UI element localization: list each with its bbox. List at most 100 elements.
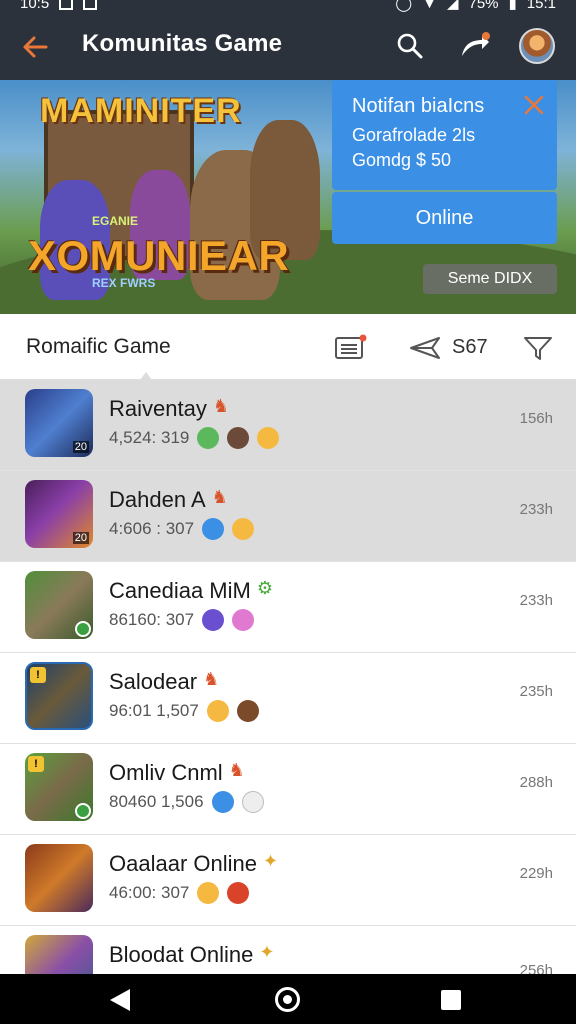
game-name: Omliv Cnml ♞ (109, 760, 245, 785)
share-icon[interactable] (458, 30, 492, 60)
game-meta: 86160: 307 (109, 609, 255, 631)
fire-icon: ♞ (211, 487, 228, 507)
status-clock: 15:1 (526, 0, 556, 12)
game-thumbnail (25, 844, 93, 912)
banner-logo-tagline: REX FWRS (92, 276, 156, 290)
status-bar: 10:5 ◯ ▼ ◢ 75% ▮ 15:1 (0, 0, 576, 14)
emoji-icon (197, 882, 220, 904)
notification-title: Notifan biaIcns (352, 95, 485, 117)
game-time: 229h (519, 865, 553, 882)
battery-icon: ▮ (508, 0, 517, 12)
search-icon[interactable] (396, 32, 424, 60)
notification-line-2: Gomdg $ 50 (352, 150, 452, 170)
send-icon[interactable] (408, 334, 442, 362)
game-stats: 46:00: 307 (109, 883, 190, 902)
game-meta: 46:00: 307 (109, 882, 250, 904)
game-name: Dahden A ♞ (109, 487, 228, 512)
game-stats: 80460 1,506 (109, 792, 204, 811)
game-meta: 80460 1,506 (109, 791, 264, 813)
app-bar: Komunitas Game (0, 14, 576, 80)
alarm-icon: ◯ (395, 0, 413, 12)
game-time: 156h (519, 410, 553, 427)
game-name: Raiventay ♞ (109, 396, 229, 421)
user-avatar[interactable] (519, 28, 555, 64)
game-name: Salodear ♞ (109, 669, 220, 694)
page-title: Komunitas Game (82, 30, 283, 57)
nav-home-dot (283, 995, 292, 1004)
verified-icon (211, 791, 234, 813)
nav-recents-icon[interactable] (441, 990, 461, 1010)
list-item[interactable]: Oaalaar Online ✦ 46:00: 307 229h (0, 835, 576, 926)
game-thumbnail: ! (25, 753, 93, 821)
fire-icon: ♞ (203, 669, 220, 689)
nav-back-icon[interactable] (110, 989, 130, 1011)
installed-check-icon (75, 621, 91, 637)
game-thumbnail: ! (25, 662, 93, 730)
banner-logo-top: MAMINITER (40, 92, 242, 130)
battery-percent: 75% (468, 0, 499, 12)
heart-icon (232, 609, 255, 631)
spark-icon: ✦ (259, 942, 275, 962)
back-arrow-icon[interactable] (20, 32, 50, 62)
section-title[interactable]: Romaific Game (26, 335, 171, 359)
game-list: 20 Raiventay ♞ 4,524: 319 156h 20 Dahden … (0, 380, 576, 974)
dropdown-pointer (140, 372, 152, 380)
fire-icon: ♞ (212, 396, 229, 416)
warning-icon: ! (30, 667, 46, 683)
game-meta: 4,524: 319 (109, 427, 280, 449)
close-icon[interactable] (523, 94, 545, 116)
secondary-banner-button[interactable]: Seme DIDX (423, 264, 557, 294)
game-name: Oaalaar Online ✦ (109, 851, 279, 876)
list-item[interactable]: 20 Raiventay ♞ 4,524: 319 156h (0, 380, 576, 471)
fire-icon: ♞ (228, 760, 245, 780)
banner-logo-subtitle: EGANIE (92, 214, 139, 228)
clock-icon (241, 791, 264, 813)
notification-card[interactable]: Notifan biaIcns Gorafrolade 2ls Gomdg $ … (332, 80, 557, 190)
ball-icon (227, 882, 250, 904)
verified-icon (202, 518, 225, 540)
game-name: Canediaa MiM ⚙ (109, 578, 273, 603)
system-nav-bar (0, 974, 576, 1024)
emoji-icon (232, 518, 255, 540)
gallery-notification-icon (59, 0, 74, 10)
signal-icon: ◢ (446, 0, 459, 12)
nav-home-icon[interactable] (275, 987, 300, 1012)
game-time: 233h (519, 592, 553, 609)
game-stats: 86160: 307 (109, 610, 195, 629)
spark-icon: ✦ (262, 851, 279, 871)
online-button[interactable]: Online (332, 192, 557, 244)
game-stats: 4,524: 319 (109, 428, 190, 447)
list-item[interactable]: 20 Dahden A ♞ 4:606 : 307 233h (0, 471, 576, 562)
emoji-icon (206, 700, 229, 722)
notification-line-1: Gorafrolade 2ls (352, 125, 476, 145)
list-item[interactable]: Bloodat Online ✦ 256h (0, 926, 576, 974)
filter-icon[interactable] (522, 334, 554, 362)
news-notification-icon (83, 0, 98, 10)
list-item[interactable]: Canediaa MiM ⚙ 86160: 307 233h (0, 562, 576, 653)
game-time: 256h (519, 962, 553, 974)
game-time: 235h (519, 683, 553, 700)
game-thumbnail: 20 (25, 480, 93, 548)
thumbnail-badge: 20 (72, 441, 89, 453)
installed-check-icon (75, 803, 91, 819)
status-time: 10:5 (20, 0, 50, 12)
game-name: Bloodat Online ✦ (109, 942, 275, 967)
result-count: S67 (452, 336, 488, 358)
list-icon[interactable] (334, 334, 368, 362)
banner-logo-main: XOMUNIEAR (28, 232, 290, 279)
gear-icon: ⚙ (256, 578, 273, 598)
list-item[interactable]: ! Omliv Cnml ♞ 80460 1,506 288h (0, 744, 576, 835)
list-item[interactable]: ! Salodear ♞ 96:01 1,507 235h (0, 653, 576, 744)
warning-icon: ! (28, 756, 44, 772)
game-thumbnail: 20 (25, 389, 93, 457)
emoji-icon (257, 427, 280, 449)
ball-icon (227, 427, 250, 449)
game-time: 233h (519, 501, 553, 518)
game-thumbnail (25, 571, 93, 639)
game-stats: 4:606 : 307 (109, 519, 195, 538)
game-thumbnail (25, 935, 93, 974)
game-meta: 4:606 : 307 (109, 518, 255, 540)
game-time: 288h (519, 774, 553, 791)
featured-banner[interactable]: MAMINITER EGANIE XOMUNIEAR REX FWRS Noti… (0, 80, 576, 314)
game-stats: 96:01 1,507 (109, 701, 199, 720)
